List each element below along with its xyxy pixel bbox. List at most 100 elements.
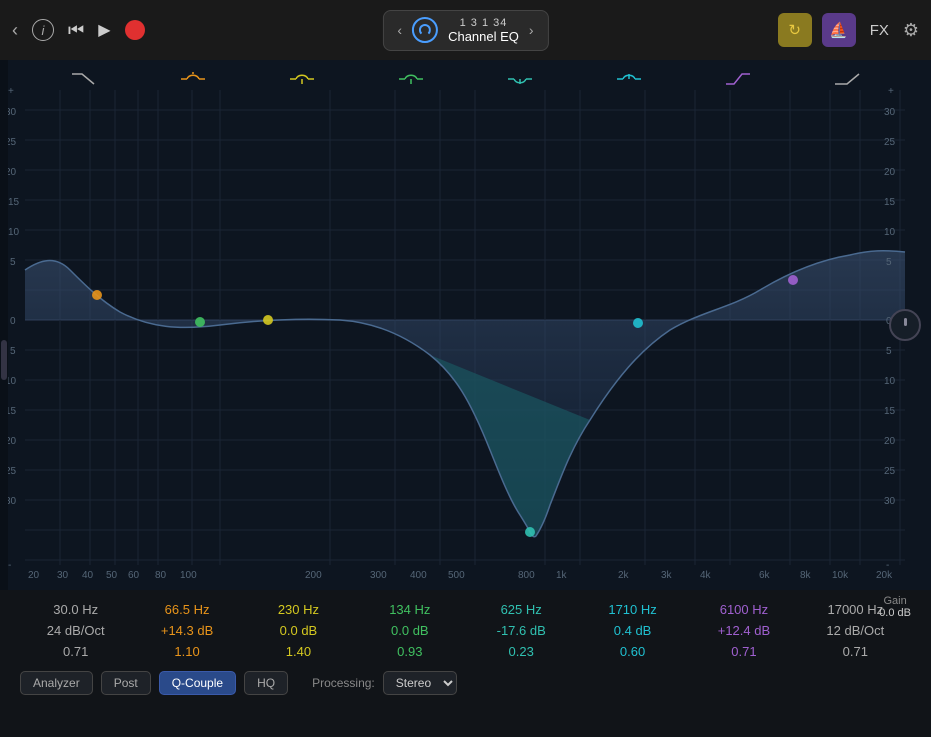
svg-text:0: 0 [10,316,16,327]
svg-text:60: 60 [128,570,140,581]
svg-text:6k: 6k [759,570,771,581]
svg-text:40: 40 [82,570,94,581]
band-7-freq[interactable]: 6100 Hz [720,602,768,617]
svg-text:10: 10 [8,227,20,238]
band-5-handle[interactable] [506,70,534,88]
band-2-gain[interactable]: +14.3 dB [161,623,213,638]
band-1-gain[interactable]: 24 dB/Oct [47,623,105,638]
transport-controls: ‹ i ⏮ ▶ [12,19,145,41]
band-4-gain[interactable]: 0.0 dB [391,623,429,638]
band-7-gain-col: +12.4 dB [699,623,789,638]
settings-button[interactable]: ⚙ [903,20,919,41]
band-7-q[interactable]: 0.71 [731,644,756,659]
record-button[interactable] [125,20,145,40]
fx-button[interactable]: FX [866,22,893,39]
plugin-track: 1 3 1 34 [448,17,519,29]
svg-text:800: 800 [518,570,535,581]
band-7-col: 6100 Hz [699,602,789,617]
band-6-q-col: 0.60 [588,644,678,659]
gain-value: 0.0 dB [879,607,911,619]
back-button[interactable]: ‹ [12,20,18,41]
band-3-handle[interactable] [288,70,316,88]
svg-text:5: 5 [10,257,16,268]
bounce-button[interactable]: ⛵ [822,13,856,47]
band-4-gain-col: 0.0 dB [365,623,455,638]
svg-text:50: 50 [106,570,118,581]
output-gain-knob[interactable] [889,309,921,341]
band-1-freq[interactable]: 30.0 Hz [53,602,98,617]
band-4-q-col: 0.93 [365,644,455,659]
band-4-handle[interactable] [397,70,425,88]
band-5-q[interactable]: 0.23 [509,644,534,659]
band-8-q[interactable]: 0.71 [843,644,868,659]
band-8-freq[interactable]: 17000 Hz [827,602,883,617]
band-2-col: 66.5 Hz [142,602,232,617]
band-6-handle[interactable] [615,70,643,88]
band-3-freq[interactable]: 230 Hz [278,602,319,617]
band-6-gain[interactable]: 0.4 dB [614,623,652,638]
svg-text:10k: 10k [832,570,849,581]
band-8-gain-col: 12 dB/Oct [810,623,900,638]
svg-text:1k: 1k [556,570,568,581]
hq-button[interactable]: HQ [244,671,288,695]
plugin-info: 1 3 1 34 Channel EQ [448,17,519,44]
qcouple-button[interactable]: Q-Couple [159,671,236,695]
left-scrollbar[interactable] [0,60,8,590]
plugin-nav-left[interactable]: ‹ [397,22,402,38]
band-2-handle[interactable] [179,70,207,88]
band-5-gain[interactable]: -17.6 dB [497,623,546,638]
band-1-gain-col: 24 dB/Oct [31,623,121,638]
svg-text:500: 500 [448,570,465,581]
band-6-gain-col: 0.4 dB [588,623,678,638]
svg-text:30: 30 [57,570,69,581]
band-4-q[interactable]: 0.93 [397,644,422,659]
processing-select[interactable]: Stereo Left Right Mid Side [383,671,457,695]
band-6-col: 1710 Hz [588,602,678,617]
band-4-freq[interactable]: 134 Hz [389,602,430,617]
band-7-gain[interactable]: +12.4 dB [718,623,770,638]
plugin-nav-right[interactable]: › [529,22,534,38]
band-5-freq[interactable]: 625 Hz [501,602,542,617]
band-7-handle[interactable] [724,70,752,88]
band-5-col: 625 Hz [476,602,566,617]
gain-label-area: Gain 0.0 dB [879,595,911,619]
band-2-freq[interactable]: 66.5 Hz [165,602,210,617]
svg-text:4k: 4k [700,570,712,581]
svg-text:3k: 3k [661,570,673,581]
band-1-handle[interactable] [70,70,98,88]
svg-text:15: 15 [884,406,896,417]
band-8-handle[interactable] [833,70,861,88]
band-1-col: 30.0 Hz [31,602,121,617]
info-button[interactable]: i [32,19,54,41]
band-8-q-col: 0.71 [810,644,900,659]
svg-text:20k: 20k [876,570,893,581]
band-3-q[interactable]: 1.40 [286,644,311,659]
band-2-q[interactable]: 1.10 [174,644,199,659]
band-6-freq[interactable]: 1710 Hz [608,602,656,617]
svg-text:20: 20 [884,436,896,447]
post-button[interactable]: Post [101,671,151,695]
band-handles-row [0,70,931,88]
band-1-q[interactable]: 0.71 [63,644,88,659]
band-gain-row: 24 dB/Oct +14.3 dB 0.0 dB 0.0 dB -17.6 d… [20,623,911,638]
band-6-q[interactable]: 0.60 [620,644,645,659]
loop-button[interactable]: ↻ [778,13,812,47]
rewind-button[interactable]: ⏮ [68,20,84,41]
band-q-row: 0.71 1.10 1.40 0.93 0.23 0.60 0.71 0.71 [20,644,911,659]
play-button[interactable]: ▶ [98,20,110,40]
svg-text:10: 10 [884,227,896,238]
band-2-gain-col: +14.3 dB [142,623,232,638]
top-bar-right-controls: ↻ ⛵ FX ⚙ [778,13,919,47]
band-3-gain[interactable]: 0.0 dB [280,623,318,638]
band-4-col: 134 Hz [365,602,455,617]
svg-text:80: 80 [155,570,167,581]
band-8-gain[interactable]: 12 dB/Oct [826,623,884,638]
top-bar: ‹ i ⏮ ▶ ‹ 1 3 1 34 Channel EQ › ↻ ⛵ FX ⚙ [0,0,931,60]
analyzer-button[interactable]: Analyzer [20,671,93,695]
band-2-q-col: 1.10 [142,644,232,659]
footer-row: Analyzer Post Q-Couple HQ Processing: St… [20,671,911,695]
band-3-gain-col: 0.0 dB [253,623,343,638]
band-7-q-col: 0.71 [699,644,789,659]
plugin-power-button[interactable] [412,17,438,43]
band-freq-row: 30.0 Hz 66.5 Hz 230 Hz 134 Hz 625 Hz 171… [20,602,911,617]
